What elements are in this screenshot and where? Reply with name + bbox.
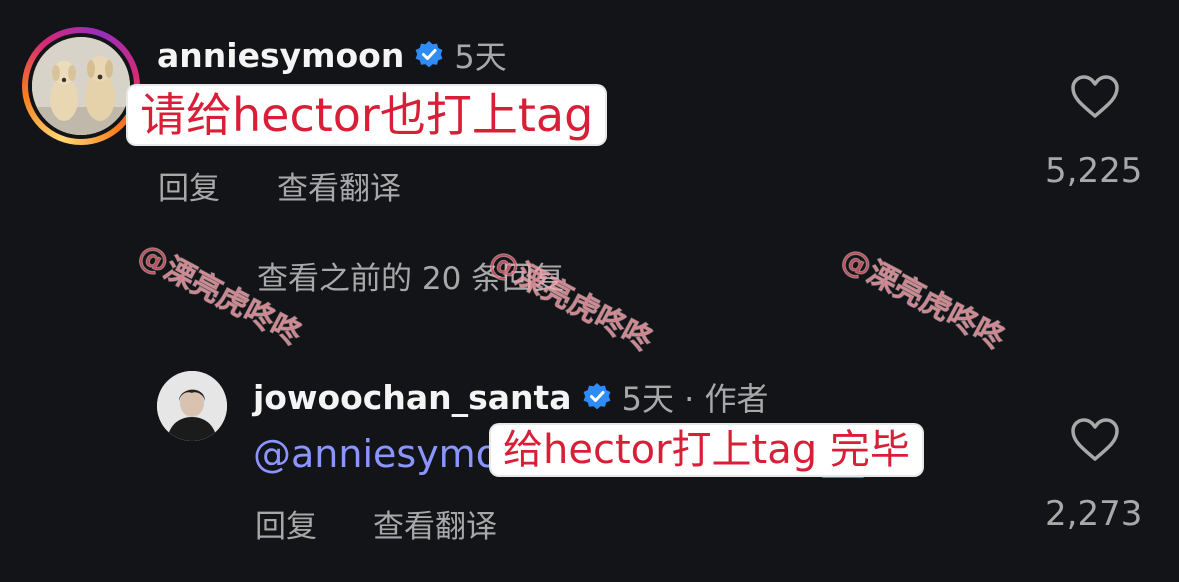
heart-icon[interactable]	[1070, 74, 1120, 120]
verified-badge-icon	[415, 41, 443, 68]
comment-header: anniesymoon 5天	[157, 32, 507, 78]
reply-view-translation-button[interactable]: 查看翻译	[373, 501, 497, 546]
like-count: 5,225	[1045, 151, 1143, 191]
reply-button[interactable]: 回复	[158, 163, 220, 208]
comment-time: 5天	[454, 38, 507, 76]
mention-link[interactable]: @anniesymo	[253, 432, 499, 476]
watermark: @溧亮虎咚咚	[834, 241, 1011, 357]
reply-username[interactable]: jowoochan_santa	[253, 378, 572, 417]
reply-text: 给hector打上tag 完毕	[491, 425, 922, 475]
reply-time: 5天 · 作者	[621, 380, 769, 418]
username[interactable]: anniesymoon	[157, 36, 404, 75]
reply-like-count: 2,273	[1045, 494, 1143, 534]
dogs-photo	[32, 37, 130, 135]
reply-reply-button[interactable]: 回复	[255, 501, 317, 546]
avatar-jowoochan-santa[interactable]	[157, 371, 227, 441]
avatar-story-ring[interactable]	[22, 27, 140, 145]
person-photo	[157, 371, 227, 441]
avatar-anniesymoon[interactable]	[32, 37, 130, 135]
view-translation-button[interactable]: 查看翻译	[277, 163, 401, 208]
verified-badge-icon	[583, 383, 610, 410]
comment-text: 请给hector也打上tag	[128, 86, 606, 144]
heart-icon[interactable]	[1070, 417, 1120, 463]
reply-header: jowoochan_santa 5天 · 作者	[253, 374, 768, 420]
